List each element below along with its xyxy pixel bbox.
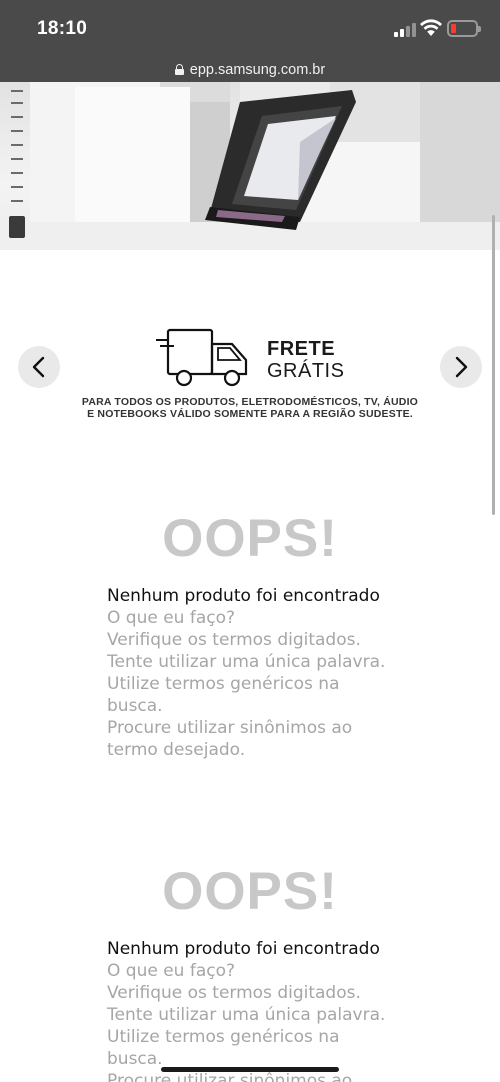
oops-heading: OOPS! [162,509,338,568]
url-text: epp.samsung.com.br [189,62,326,78]
home-indicator[interactable] [161,1067,339,1072]
promo-text-line1: PARA TODOS OS PRODUTOS, ELETRODOMÉSTICOS… [81,396,419,408]
delivery-truck-icon [156,328,248,387]
promo-text-line2: E NOTEBOOKS VÁLIDO SOMENTE PARA A REGIÃO… [87,408,413,420]
help-line: O que eu faço? [107,608,236,628]
promo-description: PARA TODOS OS PRODUTOS, ELETRODOMÉSTICOS… [80,396,420,420]
cellular-signal-icon [394,21,418,37]
help-line: busca. [107,696,163,716]
help-line: Tente utilizar uma única palavra. [107,1005,386,1025]
page-scrollbar[interactable] [492,215,495,515]
promo-banner-image[interactable] [0,82,500,250]
phone-with-flip-cover-image [0,82,500,250]
lock-icon [174,64,184,75]
help-line: termo desejado. [107,740,246,760]
battery-level [451,24,456,33]
promo-title: FRETE GRÁTIS [267,338,344,382]
oops-heading: OOPS! [162,862,338,921]
address-bar[interactable]: epp.samsung.com.br [0,60,500,82]
chevron-right-icon [455,356,468,378]
help-line: Procure utilizar sinônimos ao [107,718,353,738]
promo-title-line1: FRETE [267,338,336,360]
help-line: O que eu faço? [107,961,236,981]
carousel-next-button[interactable] [440,346,482,388]
no-results-message: Nenhum produto foi encontrado O que eu f… [107,585,397,761]
help-line: Verifique os termos digitados. [107,630,361,650]
samsung-logo-vertical [9,216,25,238]
chevron-left-icon [32,356,45,378]
wifi-icon [420,19,442,36]
help-line: Utilize termos genéricos na [107,674,340,694]
no-results-message: Nenhum produto foi encontrado O que eu f… [107,938,397,1082]
battery-icon [447,20,481,37]
carousel-prev-button[interactable] [18,346,60,388]
help-line: Tente utilizar uma única palavra. [107,652,386,672]
promo-title-line2: GRÁTIS [267,360,345,382]
no-results-headline: Nenhum produto foi encontrado [107,939,380,959]
status-time: 18:10 [37,18,88,39]
no-results-headline: Nenhum produto foi encontrado [107,586,380,606]
help-line: Utilize termos genéricos na [107,1027,340,1047]
help-line: Verifique os termos digitados. [107,983,361,1003]
status-bar: 18:10 [0,0,500,60]
